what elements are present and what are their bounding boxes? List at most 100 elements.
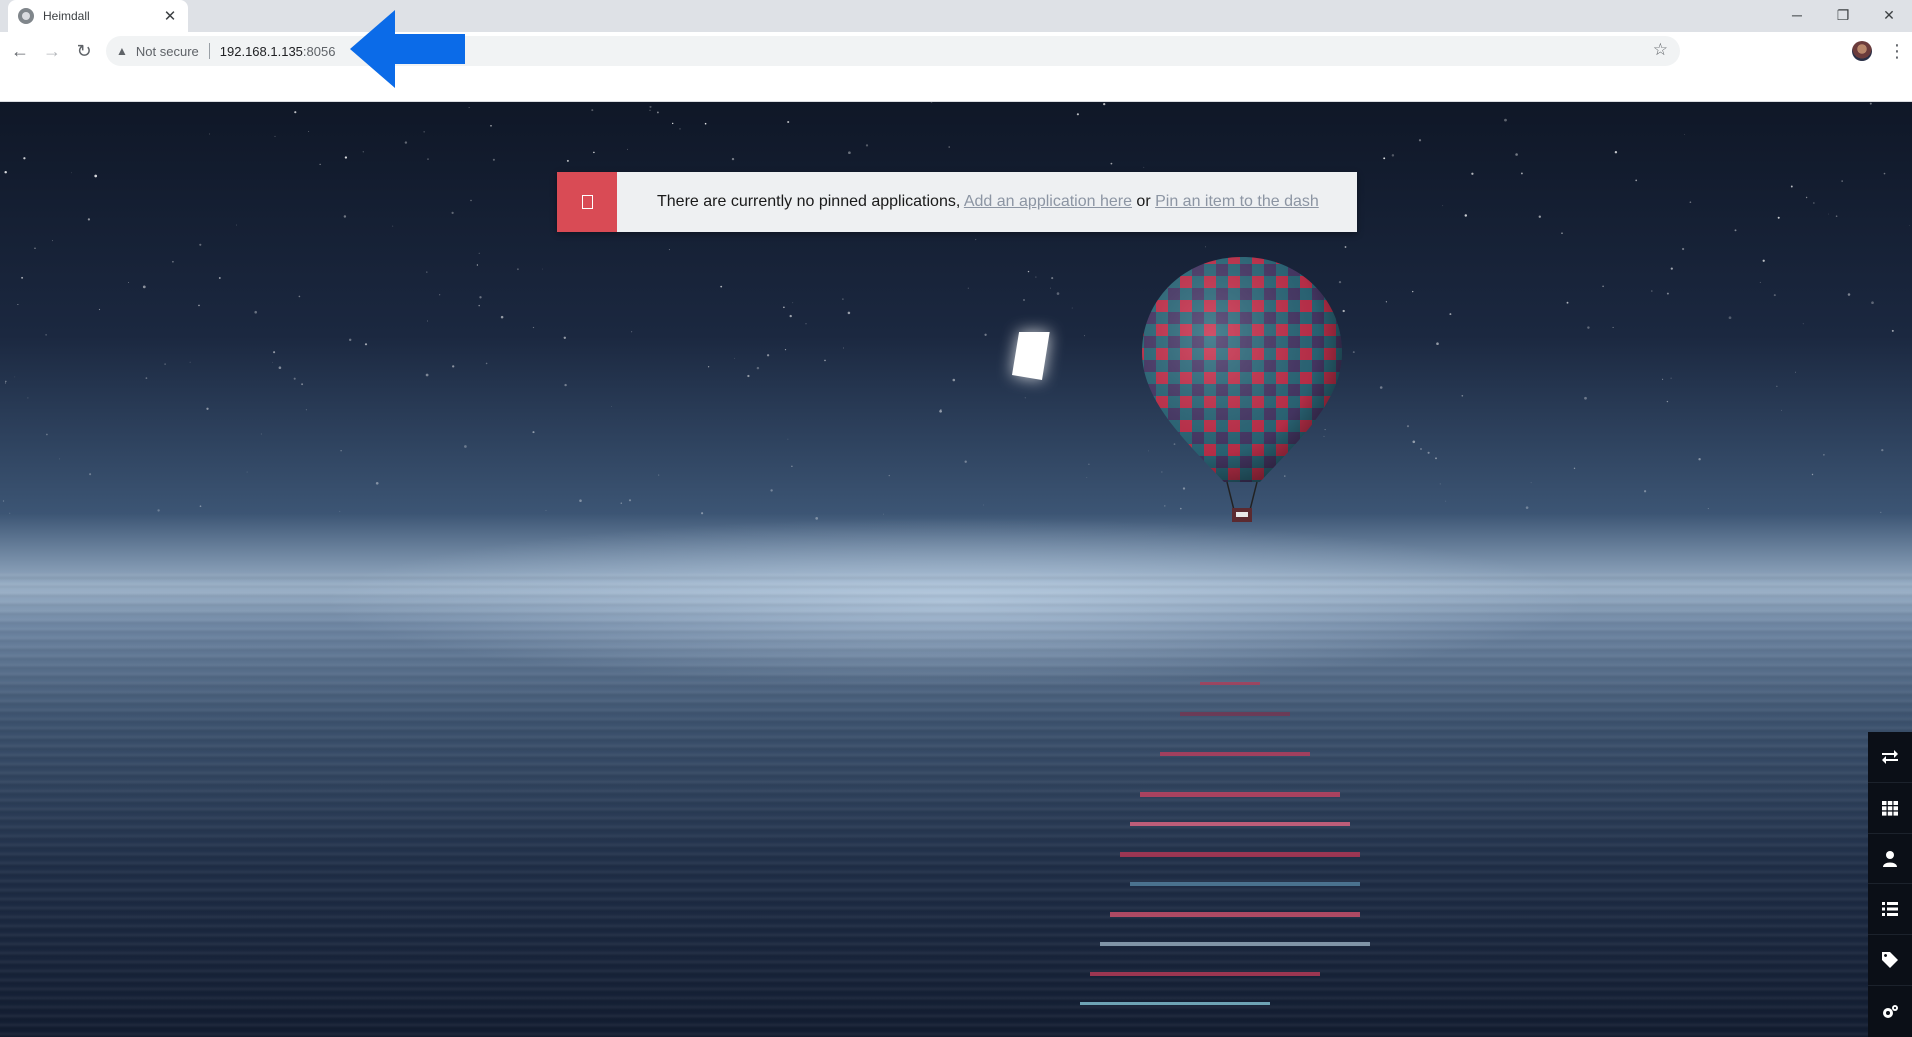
star bbox=[784, 348, 787, 351]
star bbox=[490, 124, 492, 127]
star bbox=[1869, 102, 1872, 105]
pin-item-link[interactable]: Pin an item to the dash bbox=[1155, 193, 1319, 210]
star bbox=[1670, 377, 1672, 379]
star bbox=[1707, 508, 1709, 510]
star bbox=[1022, 298, 1026, 302]
items-button[interactable] bbox=[1868, 884, 1912, 936]
star bbox=[1614, 151, 1618, 154]
forward-button[interactable]: → bbox=[36, 35, 68, 67]
address-bar[interactable]: ▲ Not secure 192.168.1.135:8056 ☆ bbox=[106, 36, 1680, 66]
star bbox=[452, 365, 455, 368]
star bbox=[545, 509, 547, 511]
tab-close-icon[interactable]: ✕ bbox=[162, 7, 178, 25]
close-window-button[interactable]: ✕ bbox=[1866, 0, 1912, 30]
star bbox=[294, 111, 297, 114]
bookmark-star-icon[interactable]: ☆ bbox=[1653, 40, 1668, 60]
star bbox=[1056, 292, 1060, 295]
star bbox=[1811, 473, 1814, 476]
star bbox=[731, 157, 735, 161]
star bbox=[485, 362, 488, 365]
add-application-link[interactable]: Add an application here bbox=[964, 193, 1132, 210]
star bbox=[611, 406, 613, 407]
star bbox=[532, 431, 535, 434]
star bbox=[1823, 454, 1825, 456]
star bbox=[579, 499, 582, 502]
star bbox=[218, 277, 221, 279]
star bbox=[1418, 139, 1422, 142]
star bbox=[392, 225, 394, 227]
star bbox=[930, 102, 933, 103]
star bbox=[564, 383, 567, 387]
grid-icon bbox=[1882, 800, 1898, 816]
star bbox=[274, 135, 276, 137]
star bbox=[14, 376, 16, 378]
star bbox=[319, 163, 321, 165]
star bbox=[882, 513, 884, 515]
star bbox=[792, 302, 794, 304]
star bbox=[1573, 467, 1576, 470]
settings-button[interactable] bbox=[1868, 986, 1912, 1037]
side-dock bbox=[1868, 732, 1912, 1037]
star bbox=[1662, 378, 1664, 380]
star bbox=[1734, 229, 1737, 232]
star bbox=[805, 323, 807, 325]
heimdall-dashboard: There are currently no pinned applicatio… bbox=[0, 102, 1912, 1037]
star bbox=[478, 252, 480, 254]
star bbox=[206, 407, 209, 410]
star bbox=[298, 295, 301, 298]
star bbox=[649, 105, 652, 108]
star bbox=[789, 314, 792, 318]
star bbox=[1908, 225, 1910, 227]
star bbox=[375, 481, 379, 485]
star bbox=[566, 159, 569, 162]
switch-view-button[interactable] bbox=[1868, 732, 1912, 783]
star bbox=[142, 285, 146, 289]
dashboard-button[interactable] bbox=[1868, 783, 1912, 834]
star bbox=[404, 141, 408, 144]
star bbox=[1790, 185, 1793, 188]
star bbox=[34, 247, 36, 249]
tags-button[interactable] bbox=[1868, 935, 1912, 987]
profile-avatar[interactable] bbox=[1852, 41, 1872, 61]
hot-air-balloon-image bbox=[1142, 257, 1342, 522]
restore-button[interactable]: ❐ bbox=[1820, 0, 1866, 30]
star bbox=[260, 433, 262, 435]
star bbox=[87, 218, 91, 221]
star bbox=[815, 517, 819, 520]
browser-menu-icon[interactable]: ⋮ bbox=[1888, 38, 1906, 64]
star bbox=[1027, 270, 1030, 273]
back-button[interactable]: ← bbox=[4, 35, 36, 67]
star bbox=[344, 156, 348, 159]
star bbox=[1841, 180, 1843, 182]
star bbox=[362, 151, 364, 153]
star bbox=[1449, 313, 1452, 316]
star bbox=[468, 107, 470, 109]
security-indicator[interactable]: Not secure bbox=[136, 44, 199, 59]
star bbox=[787, 120, 790, 124]
star bbox=[340, 450, 342, 452]
star bbox=[1871, 301, 1874, 305]
star bbox=[1083, 335, 1085, 337]
star bbox=[1385, 301, 1387, 303]
star bbox=[476, 264, 479, 266]
star bbox=[1880, 511, 1882, 513]
star bbox=[1698, 458, 1701, 461]
users-button[interactable] bbox=[1868, 834, 1912, 885]
star bbox=[339, 510, 341, 512]
tab-heimdall[interactable]: Heimdall ✕ bbox=[8, 0, 188, 32]
balloon-reflection bbox=[1080, 682, 1370, 1005]
star bbox=[734, 357, 736, 359]
star bbox=[293, 377, 296, 380]
star bbox=[1835, 215, 1838, 217]
water-surface bbox=[0, 572, 1912, 1037]
reload-button[interactable]: ↻ bbox=[68, 35, 100, 67]
star bbox=[939, 409, 942, 413]
star bbox=[593, 151, 595, 154]
star bbox=[364, 343, 368, 346]
star bbox=[1684, 134, 1685, 135]
minimize-button[interactable]: ─ bbox=[1774, 0, 1820, 30]
star bbox=[1759, 281, 1761, 283]
blue-arrow-annotation-icon bbox=[350, 10, 465, 88]
star bbox=[532, 326, 535, 329]
star bbox=[720, 285, 723, 288]
